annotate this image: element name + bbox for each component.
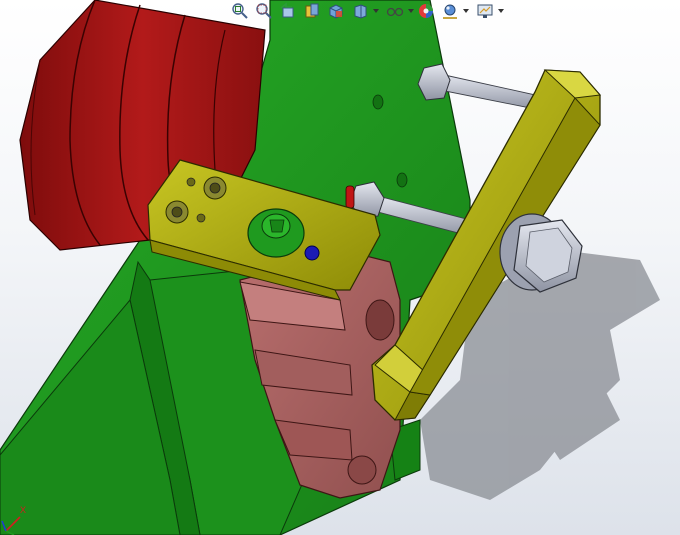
view-orientation-button[interactable] (324, 0, 348, 22)
zoom-to-area-icon (256, 3, 272, 19)
edit-appearance-icon (419, 4, 433, 18)
section-view-button[interactable] (300, 0, 324, 22)
edit-appearance-button[interactable] (414, 0, 438, 22)
x-axis-label: X (20, 505, 27, 515)
display-style-dropdown[interactable] (372, 0, 379, 22)
view-orientation-icon (329, 4, 343, 19)
apply-scene-button[interactable] (438, 0, 462, 22)
plate-hole (372, 94, 384, 110)
blue-pin[interactable] (304, 245, 320, 261)
previous-view-icon (280, 2, 294, 18)
cad-model-scene[interactable] (0, 0, 680, 535)
reference-triad: X (0, 505, 34, 535)
previous-view-button[interactable] (276, 0, 300, 22)
chevron-down-icon (372, 9, 379, 13)
hide-show-items-dropdown[interactable] (407, 0, 414, 22)
chevron-down-icon (497, 9, 504, 13)
display-style-button[interactable] (348, 0, 372, 22)
zoom-to-fit-button[interactable] (228, 0, 252, 22)
zoom-to-fit-icon (232, 3, 248, 19)
chevron-down-icon (407, 9, 414, 13)
apply-scene-icon (443, 4, 457, 19)
chevron-down-icon (462, 9, 469, 13)
view-settings-icon (477, 4, 493, 18)
plate-hole (396, 172, 408, 188)
triad-axes-icon (1, 516, 21, 535)
view-settings-dropdown[interactable] (497, 0, 504, 22)
apply-scene-dropdown[interactable] (462, 0, 469, 22)
graphics-viewport[interactable]: X (0, 0, 680, 535)
hide-show-items-icon (386, 7, 404, 17)
zoom-to-area-button[interactable] (252, 0, 276, 22)
hide-show-items-button[interactable] (383, 0, 407, 22)
section-view-icon (305, 3, 319, 18)
pivot-bolt[interactable] (499, 213, 583, 293)
heads-up-view-toolbar (228, 0, 504, 22)
display-style-icon (354, 4, 367, 19)
view-settings-button[interactable] (473, 0, 497, 22)
